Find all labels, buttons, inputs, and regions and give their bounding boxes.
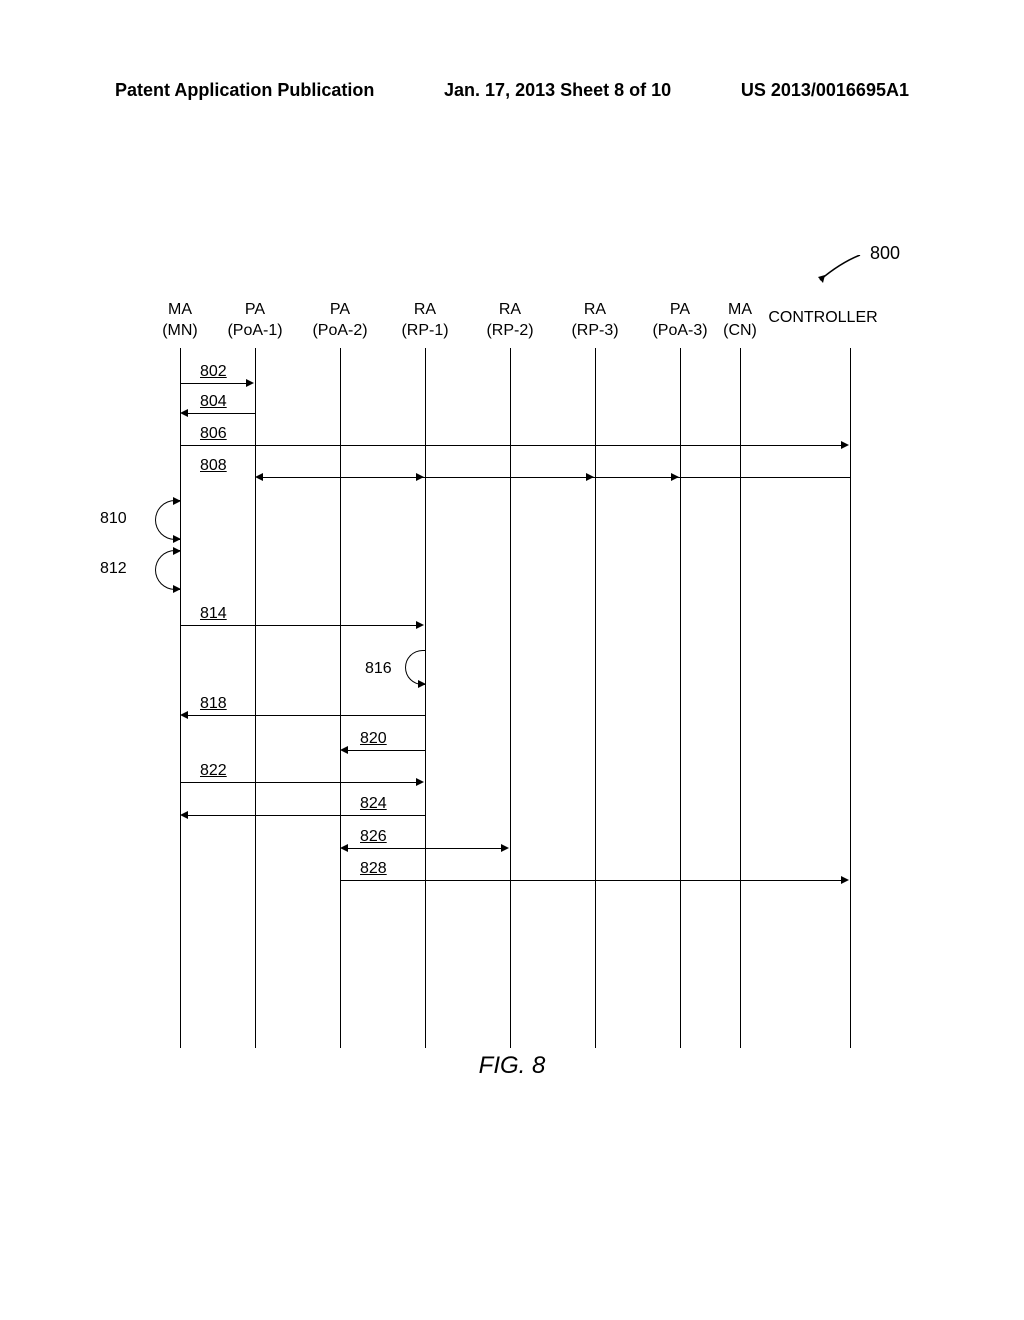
lane-bottom: (RP-3) — [571, 322, 618, 339]
lane-top: PA — [330, 301, 350, 318]
figure-caption: FIG. 8 — [0, 1052, 1024, 1080]
lane-header-7: PA (PoA-3) — [645, 300, 715, 342]
arrow-head-icon — [501, 844, 509, 852]
arrow-head-icon — [416, 621, 424, 629]
lane-top: RA — [499, 301, 521, 318]
lane-bottom: (PoA-2) — [312, 322, 367, 339]
lane-header-9: CONTROLLER — [768, 308, 878, 329]
lane-top: PA — [245, 301, 265, 318]
arrow-806 — [180, 445, 842, 446]
arrow-826 — [348, 848, 502, 849]
msg-802: 802 — [200, 363, 227, 381]
msg-804: 804 — [200, 393, 227, 411]
lane-header-5: RA (RP-2) — [475, 300, 545, 342]
arrow-822 — [180, 782, 417, 783]
lifeline-8 — [740, 348, 741, 1048]
self-loop-810 — [155, 500, 180, 540]
lane-bottom: (CN) — [723, 322, 757, 339]
msg-806: 806 — [200, 425, 227, 443]
msg-828: 828 — [360, 860, 387, 878]
arrow-head-icon — [586, 473, 594, 481]
msg-814: 814 — [200, 605, 227, 623]
lifeline-6 — [595, 348, 596, 1048]
msg-812: 812 — [100, 560, 127, 578]
arrow-head-icon — [340, 746, 348, 754]
lifeline-9 — [850, 348, 851, 1048]
arrow-802 — [180, 383, 247, 384]
self-loop-816 — [405, 650, 425, 685]
arrow-814 — [180, 625, 417, 626]
arrow-804 — [188, 413, 255, 414]
lane-top: MA — [728, 301, 752, 318]
lifeline-5 — [510, 348, 511, 1048]
header-right: US 2013/0016695A1 — [741, 80, 909, 101]
lane-header-6: RA (RP-3) — [560, 300, 630, 342]
lane-header-2: PA (PoA-1) — [220, 300, 290, 342]
arrow-828 — [340, 880, 842, 881]
arrow-head-icon — [180, 811, 188, 819]
arrow-head-icon — [255, 473, 263, 481]
lane-top: RA — [584, 301, 606, 318]
msg-822: 822 — [200, 762, 227, 780]
lane-top: CONTROLLER — [768, 309, 877, 326]
arrow-head-icon — [180, 409, 188, 417]
lane-header-3: PA (PoA-2) — [305, 300, 375, 342]
lane-bottom: (RP-1) — [401, 322, 448, 339]
arrow-818 — [188, 715, 425, 716]
msg-818: 818 — [200, 695, 227, 713]
arrow-820 — [348, 750, 425, 751]
lifeline-2 — [255, 348, 256, 1048]
lane-header-8: MA (CN) — [715, 300, 765, 342]
lane-bottom: (RP-2) — [486, 322, 533, 339]
lifeline-3 — [340, 348, 341, 1048]
lifeline-4 — [425, 348, 426, 1048]
lane-bottom: (MN) — [162, 322, 198, 339]
self-loop-812 — [155, 550, 180, 590]
header-left: Patent Application Publication — [115, 80, 374, 101]
lifeline-7 — [680, 348, 681, 1048]
sequence-diagram: MA (MN) PA (PoA-1) PA (PoA-2) RA (RP-1) … — [150, 250, 900, 1050]
arrow-head-icon — [671, 473, 679, 481]
arrow-head-icon — [841, 876, 849, 884]
msg-826: 826 — [360, 828, 387, 846]
lane-header-4: RA (RP-1) — [390, 300, 460, 342]
arrow-head-icon — [340, 844, 348, 852]
lane-bottom: (PoA-3) — [652, 322, 707, 339]
lifeline-1 — [180, 348, 181, 1048]
msg-824: 824 — [360, 795, 387, 813]
msg-808: 808 — [200, 457, 227, 475]
document-header: Patent Application Publication Jan. 17, … — [0, 80, 1024, 101]
arrow-head-icon — [416, 473, 424, 481]
lane-top: RA — [414, 301, 436, 318]
lane-top: PA — [670, 301, 690, 318]
arrow-808-1 — [263, 477, 850, 478]
msg-816: 816 — [365, 660, 392, 678]
msg-810: 810 — [100, 510, 127, 528]
arrow-head-icon — [416, 778, 424, 786]
arrow-head-icon — [180, 711, 188, 719]
arrow-head-icon — [246, 379, 254, 387]
msg-820: 820 — [360, 730, 387, 748]
header-center: Jan. 17, 2013 Sheet 8 of 10 — [444, 80, 671, 101]
lane-header-1: MA (MN) — [145, 300, 215, 342]
arrow-824 — [188, 815, 425, 816]
lane-top: MA — [168, 301, 192, 318]
lane-bottom: (PoA-1) — [227, 322, 282, 339]
arrow-head-icon — [841, 441, 849, 449]
